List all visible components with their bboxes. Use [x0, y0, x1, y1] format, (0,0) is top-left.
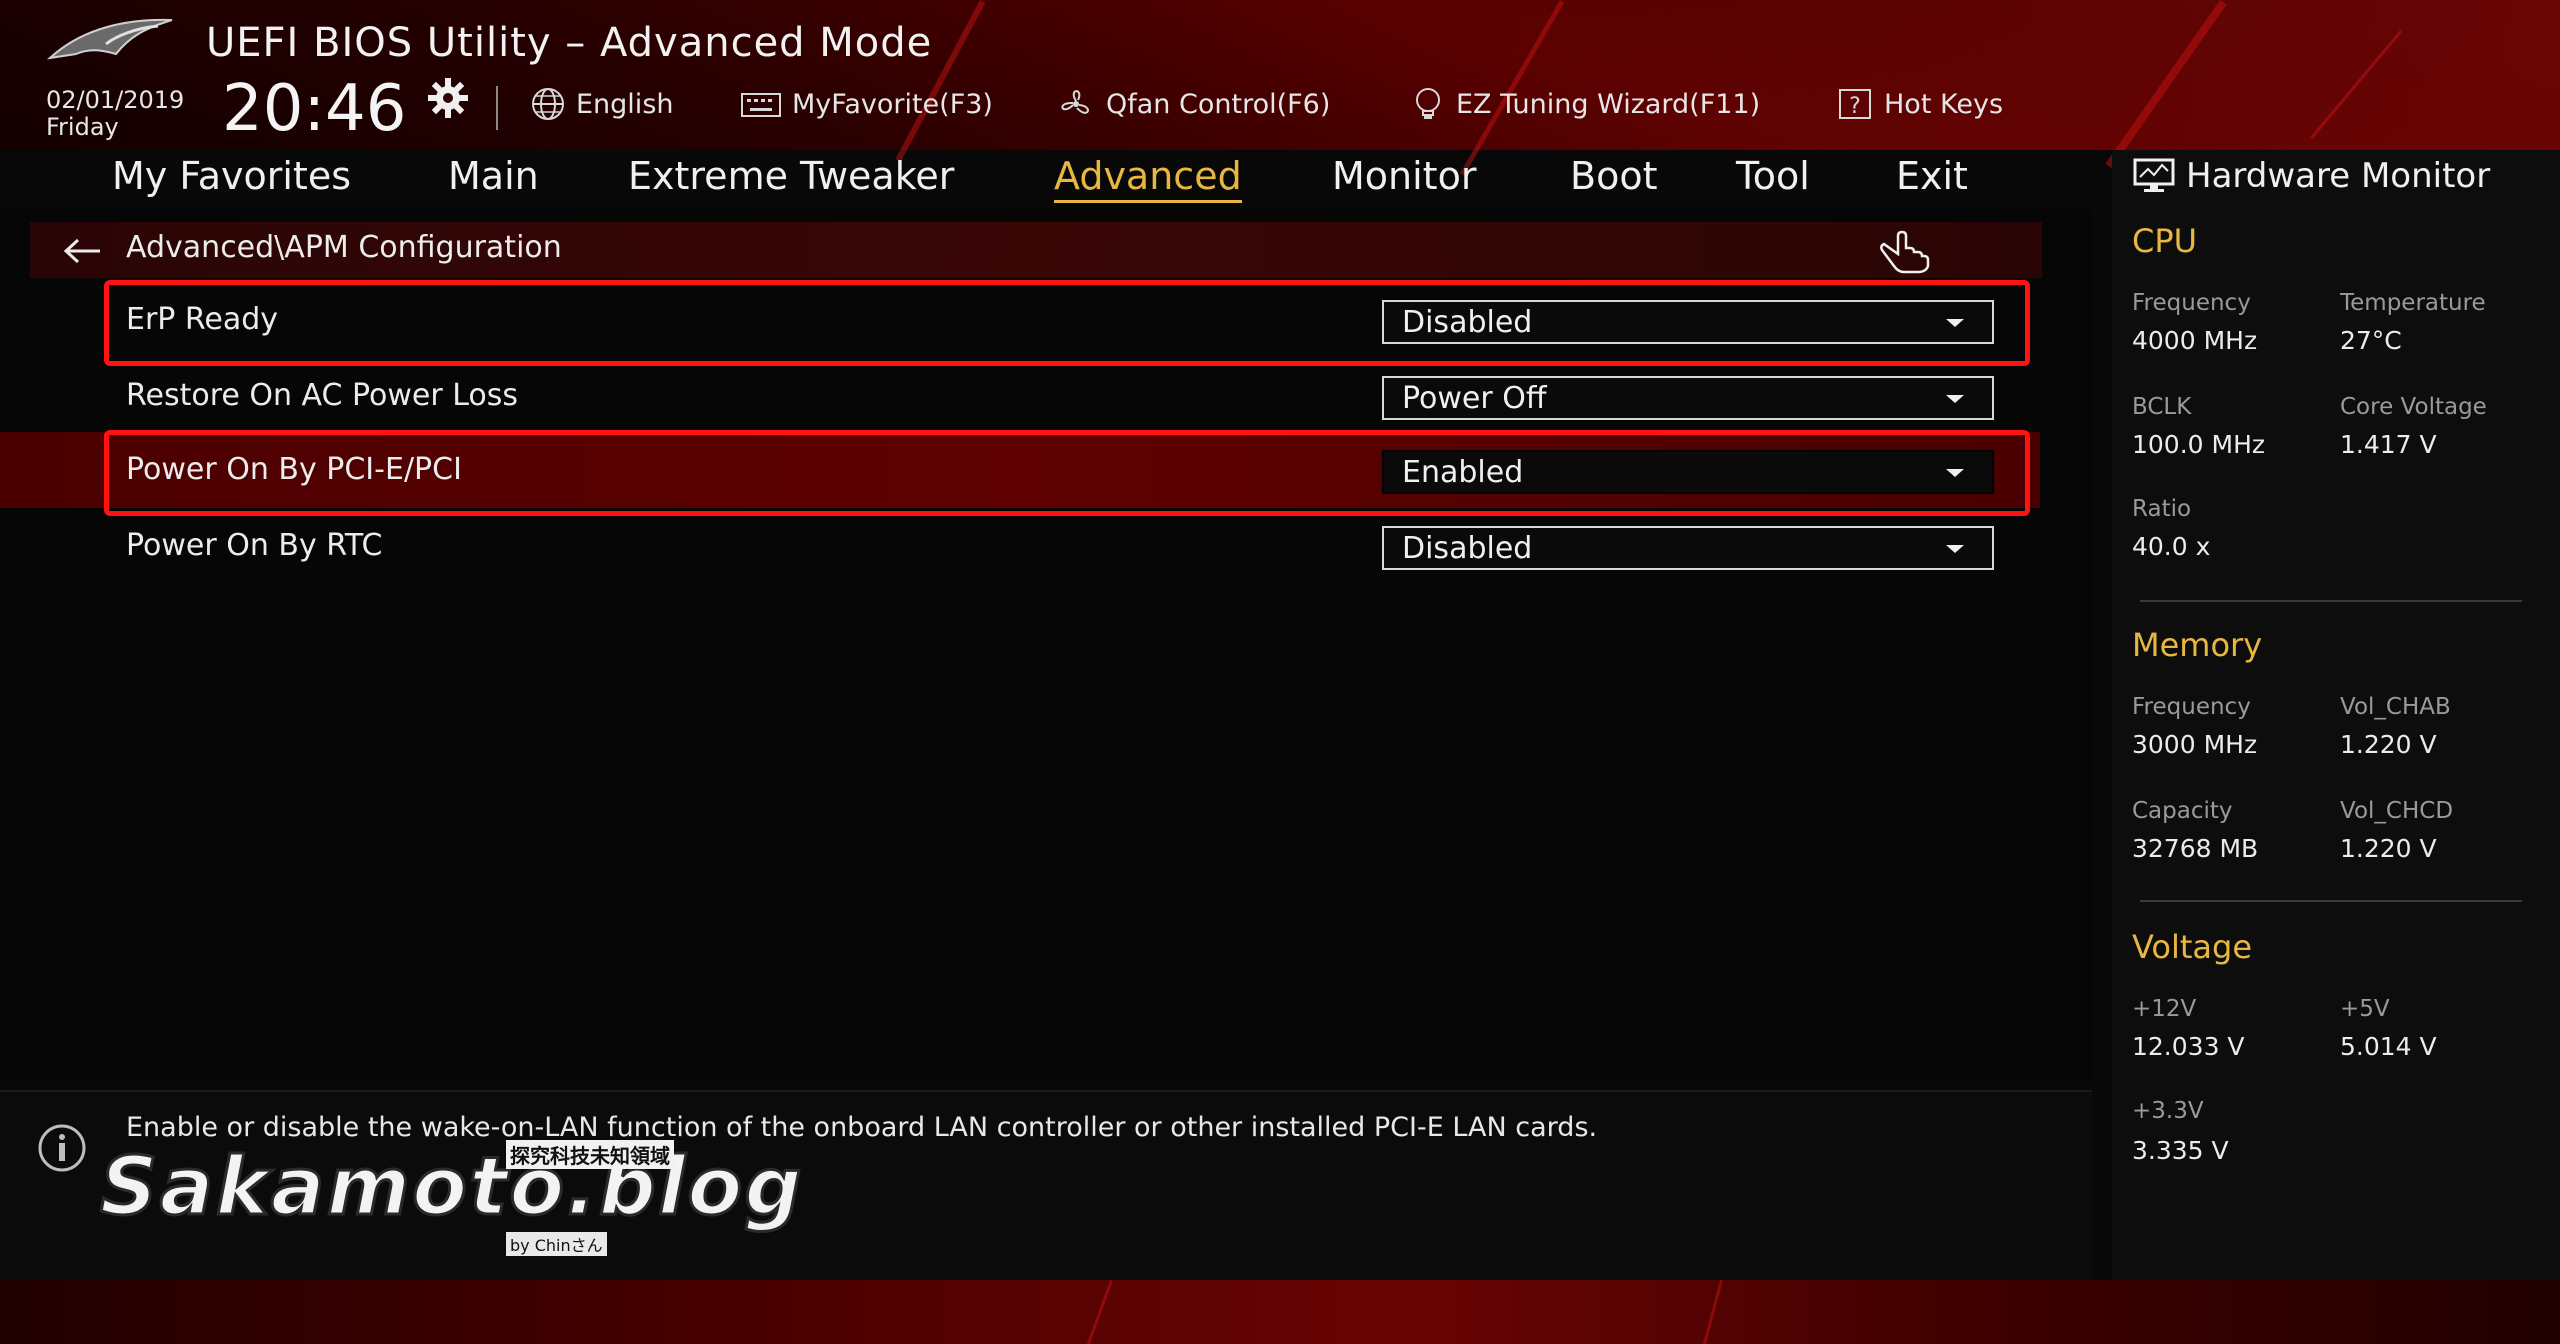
restore-ac-power-loss-dropdown[interactable]: Power Off — [1382, 376, 1994, 420]
v12-value: 12.033 V — [2132, 1032, 2245, 1061]
cpu-temperature-label: Temperature — [2340, 290, 2486, 316]
hand-cursor-icon — [1880, 230, 1930, 274]
day-display: Friday — [46, 113, 119, 141]
rog-logo-icon — [46, 18, 173, 60]
hw-divider — [2140, 600, 2522, 602]
question-icon: ? — [1839, 89, 1871, 119]
bclk-label: BCLK — [2132, 394, 2192, 420]
cpu-temperature-value: 27°C — [2340, 326, 2402, 355]
ez-tuning-label: EZ Tuning Wizard(F11) — [1456, 88, 1761, 120]
voltage-heading: Voltage — [2132, 928, 2253, 966]
chevron-down-icon — [1946, 545, 1964, 553]
watermark-subtitle: 探究科技未知領域 — [506, 1140, 674, 1169]
tab-tool[interactable]: Tool — [1736, 154, 1810, 198]
hardware-monitor-header: Hardware Monitor — [2132, 156, 2490, 196]
qfan-control-button[interactable]: Qfan Control(F6) — [1054, 84, 1330, 124]
tab-extreme-tweaker[interactable]: Extreme Tweaker — [628, 154, 954, 198]
svg-text:?: ? — [1849, 94, 1861, 119]
cpu-frequency-label: Frequency — [2132, 290, 2251, 316]
bios-screen: UEFI BIOS Utility – Advanced Mode 02/01/… — [0, 0, 2560, 1344]
tab-exit[interactable]: Exit — [1896, 154, 1968, 198]
page-title: UEFI BIOS Utility – Advanced Mode — [206, 20, 933, 66]
ratio-value: 40.0 x — [2132, 532, 2211, 561]
language-label: English — [576, 88, 674, 120]
core-voltage-label: Core Voltage — [2340, 394, 2487, 420]
ratio-label: Ratio — [2132, 496, 2192, 522]
capacity-label: Capacity — [2132, 798, 2233, 824]
cpu-heading: CPU — [2132, 222, 2198, 260]
chevron-down-icon — [1946, 395, 1964, 403]
tab-my-favorites[interactable]: My Favorites — [112, 154, 351, 198]
globe-icon — [532, 88, 564, 120]
footer-bar — [0, 1280, 2560, 1344]
date-display: 02/01/2019 — [46, 86, 185, 114]
cpu-frequency-value: 4000 MHz — [2132, 326, 2258, 355]
vol-chab-value: 1.220 V — [2340, 730, 2437, 759]
keyboard-icon — [741, 93, 781, 117]
memory-frequency-label: Frequency — [2132, 694, 2251, 720]
highlight-box-power-on-pcie — [104, 430, 2030, 516]
restore-ac-power-loss-value: Power Off — [1402, 380, 1547, 416]
header-divider — [496, 86, 498, 130]
core-voltage-value: 1.417 V — [2340, 430, 2437, 459]
hw-divider — [2140, 900, 2522, 902]
language-button[interactable]: English — [528, 84, 674, 124]
memory-heading: Memory — [2132, 626, 2263, 664]
capacity-value: 32768 MB — [2132, 834, 2259, 863]
vol-chcd-value: 1.220 V — [2340, 834, 2437, 863]
v33-value: 3.335 V — [2132, 1136, 2229, 1165]
tab-boot[interactable]: Boot — [1570, 154, 1657, 198]
gear-icon[interactable] — [426, 76, 470, 120]
myfavorite-button[interactable]: MyFavorite(F3) — [738, 84, 993, 124]
myfavorite-label: MyFavorite(F3) — [792, 88, 993, 120]
vol-chcd-label: Vol_CHCD — [2340, 798, 2454, 824]
hardware-monitor-title: Hardware Monitor — [2186, 156, 2491, 196]
lightbulb-icon — [1416, 88, 1440, 119]
vol-chab-label: Vol_CHAB — [2340, 694, 2451, 720]
memory-frequency-value: 3000 MHz — [2132, 730, 2258, 759]
watermark-byline: by Chinさん — [506, 1232, 607, 1256]
ez-tuning-wizard-button[interactable]: EZ Tuning Wizard(F11) — [1408, 84, 1760, 124]
power-on-rtc-value: Disabled — [1402, 530, 1533, 566]
bclk-value: 100.0 MHz — [2132, 430, 2266, 459]
tab-monitor[interactable]: Monitor — [1332, 154, 1476, 198]
qfan-label: Qfan Control(F6) — [1106, 88, 1331, 120]
tab-advanced[interactable]: Advanced — [1054, 154, 1242, 203]
hot-keys-button[interactable]: ? Hot Keys — [1836, 84, 2003, 124]
back-arrow-icon[interactable] — [62, 236, 102, 266]
power-on-rtc-dropdown[interactable]: Disabled — [1382, 526, 1994, 570]
breadcrumb: Advanced\APM Configuration — [126, 230, 562, 265]
v5-label: +5V — [2340, 996, 2390, 1022]
fan-icon — [1061, 90, 1089, 114]
power-on-rtc-label: Power On By RTC — [126, 528, 383, 563]
tab-main[interactable]: Main — [448, 154, 539, 198]
watermark-logo: Sakamoto.blog — [99, 1139, 804, 1235]
v5-value: 5.014 V — [2340, 1032, 2437, 1061]
highlight-box-erp-ready — [104, 280, 2030, 366]
time-display: 20:46 — [222, 72, 407, 146]
monitor-icon — [2133, 158, 2175, 192]
v12-label: +12V — [2132, 996, 2197, 1022]
hot-keys-label: Hot Keys — [1884, 88, 2004, 120]
restore-ac-power-loss-label: Restore On AC Power Loss — [126, 378, 519, 413]
v33-label: +3.3V — [2132, 1098, 2204, 1124]
info-icon — [38, 1124, 86, 1172]
help-text: Enable or disable the wake-on-LAN functi… — [126, 1112, 1598, 1143]
